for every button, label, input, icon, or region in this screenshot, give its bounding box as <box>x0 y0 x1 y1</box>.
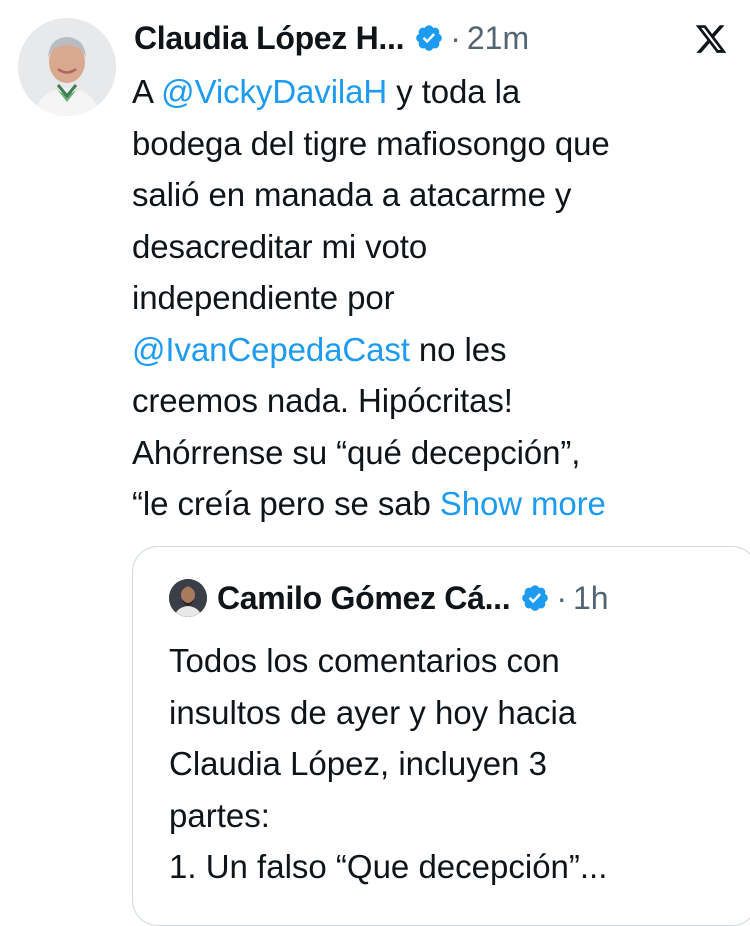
quoted-tweet-header: Camilo Gómez Cá... · 1h <box>169 579 609 617</box>
tweet-text: A @VickyDavilaH y toda la bodega del tig… <box>132 66 732 530</box>
quoted-author-name[interactable]: Camilo Gómez Cá... <box>217 580 511 617</box>
tweet-card[interactable]: Claudia López H... · 21m A @VickyDavilaH… <box>0 0 750 926</box>
quoted-author-avatar[interactable] <box>169 579 207 617</box>
author-name[interactable]: Claudia López H... <box>134 20 404 57</box>
verified-badge-icon <box>520 583 550 613</box>
author-avatar[interactable] <box>18 18 116 116</box>
show-more-link[interactable]: Show more <box>440 485 606 522</box>
mention-link[interactable]: @VickyDavilaH <box>161 73 387 110</box>
quoted-tweet-time[interactable]: 1h <box>573 580 609 617</box>
x-logo-icon[interactable] <box>694 22 728 56</box>
tweet-text-segment: A <box>132 73 162 110</box>
tweet-time[interactable]: 21m <box>467 20 529 57</box>
verified-badge-icon <box>414 23 444 53</box>
tweet-header: Claudia López H... · 21m <box>134 14 529 62</box>
header-separator: · <box>450 19 461 56</box>
quoted-tweet-text: Todos los comentarios con insultos de ay… <box>169 642 608 885</box>
quoted-tweet-card[interactable]: Camilo Gómez Cá... · 1h Todos los coment… <box>132 546 750 926</box>
mention-link[interactable]: @IvanCepedaCast <box>132 331 410 368</box>
quoted-header-separator: · <box>556 579 567 616</box>
